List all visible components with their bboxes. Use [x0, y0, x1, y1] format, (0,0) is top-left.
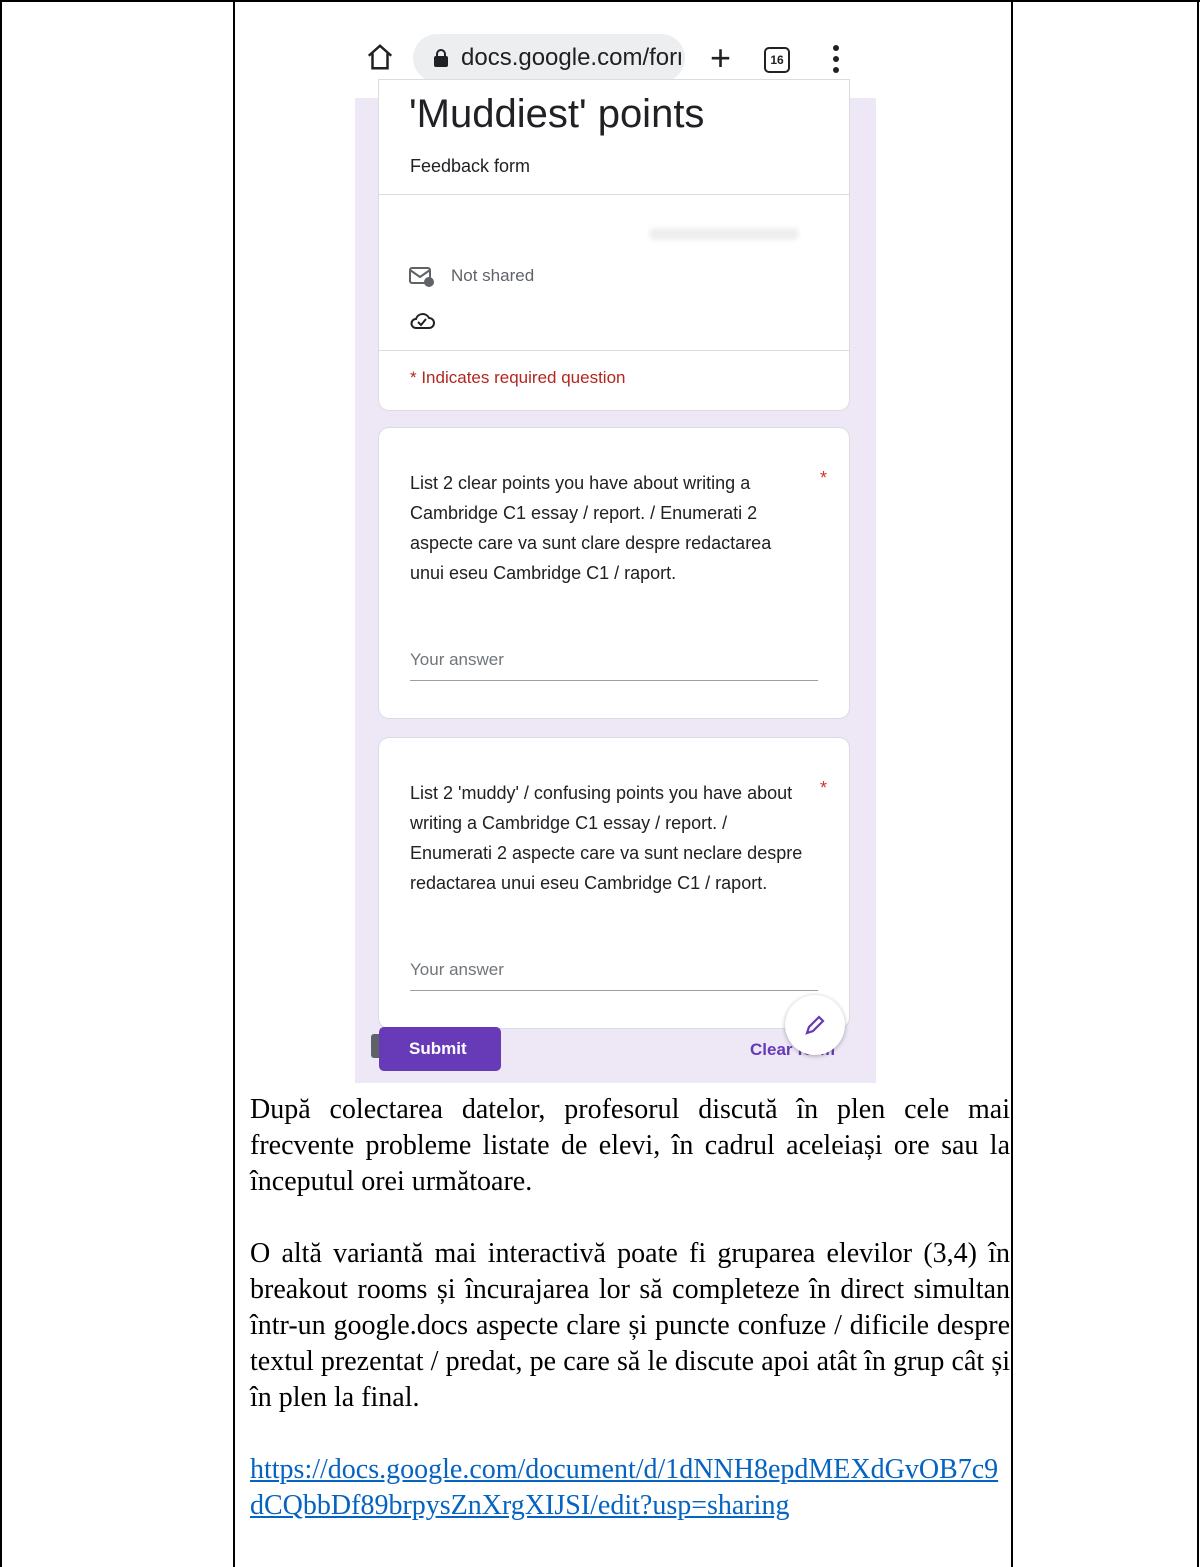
edit-fab[interactable] — [785, 995, 845, 1055]
divider — [379, 350, 849, 351]
required-star: * — [819, 468, 827, 488]
new-tab-icon[interactable]: + — [710, 38, 731, 78]
question-text: List 2 'muddy' / confusing points you ha… — [410, 783, 803, 893]
form-screenshot: docs.google.com/form + 16 'Muddiest' poi… — [355, 20, 876, 1083]
pencil-icon — [805, 1015, 825, 1035]
paragraph-discussion: După colectarea datelor, profesorul disc… — [250, 1094, 1010, 1197]
cloud-saved-icon — [410, 313, 435, 329]
table-top-border — [0, 0, 1200, 2]
email-status: Not shared — [451, 266, 535, 285]
mail-not-shared-icon — [409, 267, 434, 287]
document-link[interactable]: https://docs.google.com/document/d/1dNNH… — [250, 1452, 1010, 1524]
tabs-count-icon[interactable]: 16 — [764, 47, 790, 73]
form-description: Feedback form — [410, 156, 531, 176]
divider — [379, 194, 849, 195]
question-card-1: List 2 clear points you have about writi… — [379, 428, 849, 718]
answer-input[interactable]: Your answer — [410, 650, 818, 681]
required-star: * — [819, 778, 827, 798]
form-title: 'Muddiest' points — [409, 92, 705, 136]
form-header-card: 'Muddiest' points Feedback form Not shar… — [379, 80, 849, 410]
menu-icon[interactable] — [833, 44, 839, 74]
table-left-border — [0, 0, 2, 1567]
question-text: List 2 clear points you have about writi… — [410, 473, 772, 583]
submit-button[interactable]: Submit — [379, 1027, 501, 1071]
lock-icon — [434, 49, 448, 67]
question-card-2: List 2 'muddy' / confusing points you ha… — [379, 738, 849, 1028]
blurred-account — [649, 228, 799, 240]
required-note: * Indicates required question — [410, 368, 626, 387]
home-icon[interactable] — [365, 42, 395, 72]
answer-input[interactable]: Your answer — [410, 960, 818, 991]
paragraph-alternative: O altă variantă mai interactivă poate fi… — [250, 1238, 1010, 1413]
table-column-border-1 — [233, 0, 235, 1567]
table-column-border-2 — [1011, 0, 1013, 1567]
address-bar[interactable]: docs.google.com/form — [413, 34, 685, 82]
table-right-border — [1197, 0, 1199, 1567]
url-text: docs.google.com/form — [461, 44, 681, 71]
